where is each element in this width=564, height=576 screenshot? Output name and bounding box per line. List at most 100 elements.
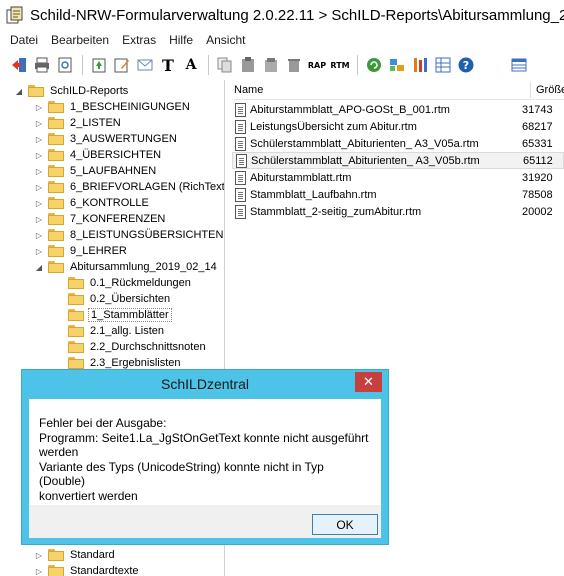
tree-root[interactable]: ◢ SchILD-Reports (14, 83, 130, 99)
file-row[interactable]: Stammblatt_Laufbahn.rtm 78508 (232, 186, 564, 203)
toolbar-separator (357, 55, 358, 75)
collapse-toggle-icon[interactable]: ◢ (34, 259, 44, 275)
tree-node-label: SchILD-Reports (50, 85, 129, 97)
tree-node[interactable]: 1_Stammblätter (54, 307, 172, 323)
expand-toggle-icon[interactable]: ▷ (34, 179, 44, 195)
expand-toggle-icon[interactable]: ▷ (34, 195, 44, 211)
refresh-icon[interactable] (363, 54, 385, 76)
column-header-name[interactable]: Name (234, 80, 534, 100)
tree-node[interactable]: ◢ Abitursammlung_2019_02_14 (34, 259, 219, 275)
table-icon[interactable] (432, 54, 454, 76)
expand-toggle-icon[interactable]: ▷ (34, 131, 44, 147)
file-row[interactable]: LeistungsÜbersicht zum Abitur.rtm 68217 (232, 118, 564, 135)
menu-ansicht[interactable]: Ansicht (200, 33, 252, 47)
tree-node[interactable]: 0.1_Rückmeldungen (54, 275, 193, 291)
delete-icon[interactable] (283, 54, 305, 76)
toolbar-separator (82, 55, 83, 75)
tree-node[interactable]: ▷ 7_KONFERENZEN (34, 211, 167, 227)
clipboard-icon[interactable] (260, 54, 282, 76)
file-icon (236, 153, 247, 168)
settings-icon[interactable] (386, 54, 408, 76)
help-icon[interactable]: ? (455, 54, 477, 76)
tree-node[interactable]: 0.2_Übersichten (54, 291, 172, 307)
file-icon (235, 119, 246, 134)
print-preview-icon[interactable] (54, 54, 76, 76)
expand-toggle-icon[interactable]: ▷ (34, 147, 44, 163)
folder-icon (48, 261, 64, 273)
message-line: konvertiert werden (39, 488, 138, 503)
expand-toggle-icon[interactable]: ▷ (34, 163, 44, 179)
paste-icon[interactable] (237, 54, 259, 76)
tree-node[interactable]: ▷ 2_LISTEN (34, 115, 123, 131)
dialog-footer: OK (29, 505, 381, 538)
file-size: 78508 (522, 188, 553, 201)
dialog-message: Fehler bei der Ausgabe: Programm: Seite1… (29, 399, 381, 505)
print-icon[interactable] (31, 54, 53, 76)
font-size-icon[interactable]: A (180, 54, 202, 76)
file-row[interactable]: Abiturstammblatt.rtm 31920 (232, 169, 564, 186)
menu-hilfe[interactable]: Hilfe (163, 33, 200, 47)
calendar-grid-icon[interactable] (508, 54, 530, 76)
file-row[interactable]: Abiturstammblatt_APO-GOSt_B_001.rtm 31743 (232, 101, 564, 118)
tree-node[interactable]: ▷ 6_KONTROLLE (34, 195, 151, 211)
file-size: 31920 (522, 171, 553, 184)
close-icon[interactable]: ✕ (355, 372, 382, 392)
expand-toggle-icon[interactable]: ▷ (34, 115, 44, 131)
folder-icon (68, 325, 84, 337)
file-size: 65331 (522, 137, 553, 150)
message-line: Fehler bei der Ausgabe: (39, 416, 167, 430)
expand-toggle-icon[interactable]: ▷ (34, 547, 44, 563)
menu-datei[interactable]: Datei (0, 33, 45, 47)
menu-extras[interactable]: Extras (116, 33, 163, 47)
menu-bearbeiten[interactable]: Bearbeiten (45, 33, 116, 47)
file-name: Abiturstammblatt_APO-GOSt_B_001.rtm (250, 103, 450, 116)
exit-icon[interactable] (8, 54, 30, 76)
column-header-size[interactable]: Größe (536, 80, 564, 100)
tree-node-label: 2_LISTEN (70, 117, 121, 129)
tree-node[interactable]: ▷ 8_LEISTUNGSÜBERSICHTEN (M. (34, 227, 224, 243)
tree-node[interactable]: ▷ 9_LEHRER (34, 243, 129, 259)
expand-toggle-icon[interactable]: ▷ (34, 99, 44, 115)
expand-toggle-icon[interactable]: ◢ (14, 83, 24, 99)
tree-node[interactable]: ▷ 6_BRIEFVORLAGEN (RichText) (34, 179, 224, 195)
file-size: 31743 (522, 103, 553, 116)
ok-button[interactable]: OK (312, 514, 378, 535)
tree-node-label: 0.1_Rückmeldungen (90, 277, 191, 289)
expand-toggle-icon[interactable]: ▷ (34, 563, 44, 576)
file-size: 20002 (522, 205, 553, 218)
expand-toggle-icon[interactable]: ▷ (34, 227, 44, 243)
file-size: 65112 (523, 154, 553, 167)
tree-node[interactable]: ▷ 3_AUSWERTUNGEN (34, 131, 179, 147)
copy-icon[interactable] (214, 54, 236, 76)
column-separator[interactable] (530, 82, 531, 98)
file-name: Schülerstammblatt_Abiturienten_ A3_V05a.… (250, 137, 479, 150)
edit-icon[interactable] (111, 54, 133, 76)
tree-node-label: 8_LEISTUNGSÜBERSICHTEN (M. (70, 229, 224, 241)
rtm-icon[interactable]: RTM (329, 54, 351, 76)
file-row[interactable]: Schülerstammblatt_Abiturienten_ A3_V05a.… (232, 135, 564, 152)
error-dialog: SchILDzentral ✕ Fehler bei der Ausgabe: … (21, 369, 389, 545)
tree-node[interactable]: ▷ Standard (34, 547, 117, 563)
file-icon (235, 102, 246, 117)
expand-toggle-icon[interactable]: ▷ (34, 211, 44, 227)
file-row[interactable]: Stammblatt_2-seitig_zumAbitur.rtm 20002 (232, 203, 564, 220)
tree-node[interactable]: ▷ 1_BESCHEINIGUNGEN (34, 99, 192, 115)
folder-icon (68, 293, 84, 305)
export-icon[interactable] (88, 54, 110, 76)
file-row[interactable]: Schülerstammblatt_Abiturienten_ A3_V05b.… (232, 152, 564, 169)
tree-node[interactable]: ▷ Standardtexte (34, 563, 141, 576)
tree-node[interactable]: ▷ 5_LAUFBAHNEN (34, 163, 158, 179)
tree-node[interactable]: ▷ 4_ÜBERSICHTEN (34, 147, 163, 163)
folder-icon (48, 549, 64, 561)
font-icon[interactable]: T (157, 54, 179, 76)
tools-icon[interactable] (409, 54, 431, 76)
file-name: Abiturstammblatt.rtm (250, 171, 352, 184)
tree-node[interactable]: 2.2_Durchschnittsnoten (54, 339, 208, 355)
mail-icon[interactable] (134, 54, 156, 76)
tree-node[interactable]: 2.1_allg. Listen (54, 323, 166, 339)
expand-toggle-icon[interactable]: ▷ (34, 243, 44, 259)
message-line: Programm: Seite1.La_JgStOnGetText konnte… (39, 430, 369, 445)
rap-icon[interactable]: RAP (306, 54, 328, 76)
